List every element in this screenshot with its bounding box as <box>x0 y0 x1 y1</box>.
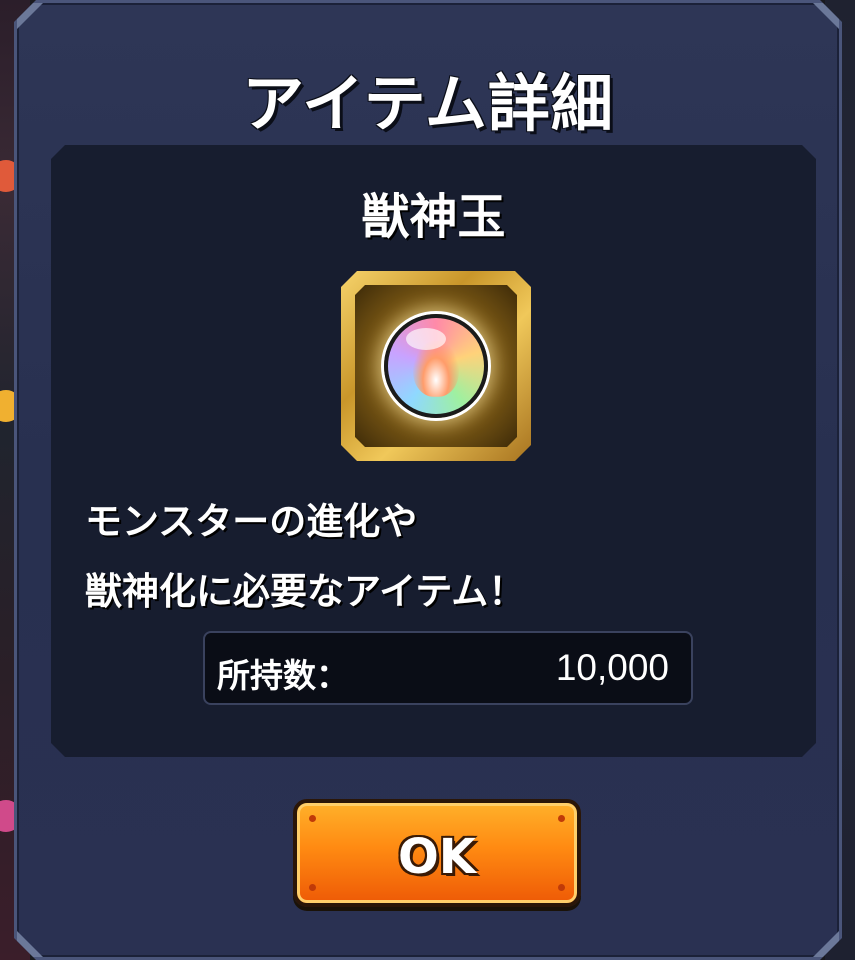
orb-highlight <box>406 328 446 350</box>
item-name: 獣神玉 <box>361 189 506 245</box>
item-icon-background <box>355 285 517 447</box>
count-value: 10,000 <box>555 647 669 688</box>
button-rivet <box>558 815 565 822</box>
rainbow-orb-icon <box>384 314 488 418</box>
item-icon-frame <box>341 271 531 461</box>
button-rivet <box>558 884 565 891</box>
ok-button-label: OK <box>398 829 476 885</box>
ok-button[interactable]: OK <box>293 799 581 907</box>
item-detail-dialog: アイテム詳細 獣神玉 モンスターの進化や 獣神化に必要なアイテム！ 所持数： 1… <box>14 0 842 960</box>
button-rivet <box>309 815 316 822</box>
description-line: 獣神化に必要なアイテム！ <box>85 570 526 613</box>
description-line: モンスターの進化や <box>85 500 418 543</box>
item-description: モンスターの進化や 獣神化に必要なアイテム！ <box>85 487 785 627</box>
item-count-box: 所持数： 10,000 <box>203 631 693 705</box>
dialog-title: アイテム詳細 <box>242 67 614 140</box>
item-info-panel: 獣神玉 モンスターの進化や 獣神化に必要なアイテム！ 所持数： 10,000 <box>51 145 816 757</box>
button-rivet <box>309 884 316 891</box>
count-label: 所持数： <box>217 656 349 695</box>
